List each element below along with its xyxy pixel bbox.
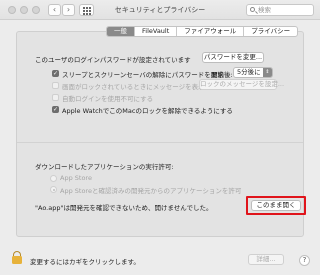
tab-privacy[interactable]: プライバシー — [243, 27, 297, 36]
search-icon — [250, 7, 255, 12]
advanced-button[interactable]: 詳細... — [248, 254, 284, 265]
apple-watch-unlock-checkbox[interactable]: ✓ — [52, 106, 59, 113]
app-store-and-identified-label: App Storeと確認済みの開発元からのアプリケーションを許可 — [60, 187, 242, 195]
require-password-delay-select[interactable]: 5分後に ⇕ — [233, 67, 273, 78]
title-bar: ‹ › セキュリティとプライバシー 検索 — [0, 0, 320, 20]
tab-filevault[interactable]: FileVault — [134, 27, 176, 36]
start-after-label: 開始後: — [211, 71, 233, 79]
chevron-up-down-icon: ⇕ — [263, 68, 272, 77]
require-password-checkbox[interactable]: ✓ — [52, 70, 59, 77]
app-store-and-identified-radio[interactable] — [50, 186, 57, 193]
apple-watch-unlock-label: Apple WatchでこのMacのロックを解除できるようにする — [62, 107, 233, 115]
password-set-text: このユーザのログインパスワードが設定されています — [35, 56, 191, 64]
lock-instruction-text: 変更するにはカギをクリックします。 — [30, 258, 140, 266]
tab-bar: 一般 FileVault ファイアウォール プライバシー — [106, 26, 299, 37]
checkmark-icon: ✓ — [53, 106, 59, 113]
set-lock-message-button[interactable]: ロックのメッセージを設定... — [199, 79, 284, 90]
open-anyway-button[interactable]: このまま開く — [251, 200, 301, 211]
lock-icon[interactable] — [12, 251, 22, 264]
checkmark-icon: ✓ — [53, 70, 59, 77]
require-password-label: スリープとスクリーンセーバの解除にパスワードを要求 — [62, 71, 224, 79]
help-button[interactable]: ? — [299, 255, 310, 266]
tab-general[interactable]: 一般 — [107, 27, 134, 36]
delay-value: 5分後に — [237, 68, 261, 76]
blocked-app-message: "Ao.app"は開発元を確認できないため、開けませんでした。 — [35, 204, 213, 212]
search-placeholder: 検索 — [258, 6, 271, 14]
downloads-heading: ダウンロードしたアプリケーションの実行許可: — [35, 163, 174, 171]
app-store-radio[interactable] — [50, 175, 57, 182]
tab-firewall[interactable]: ファイアウォール — [176, 27, 243, 36]
change-password-button[interactable]: パスワードを変更... — [202, 52, 264, 63]
lock-message-checkbox[interactable] — [52, 82, 59, 89]
section-divider — [17, 142, 303, 143]
app-store-label: App Store — [60, 174, 92, 182]
lock-message-label: 画面がロックされているときにメッセージを表示 — [62, 83, 205, 91]
search-input[interactable]: 検索 — [246, 4, 314, 16]
general-panel: このユーザのログインパスワードが設定されています パスワードを変更... ✓ ス… — [16, 31, 306, 237]
disable-auto-login-label: 自動ログインを使用不可にする — [62, 95, 154, 103]
disable-auto-login-checkbox[interactable] — [52, 94, 59, 101]
